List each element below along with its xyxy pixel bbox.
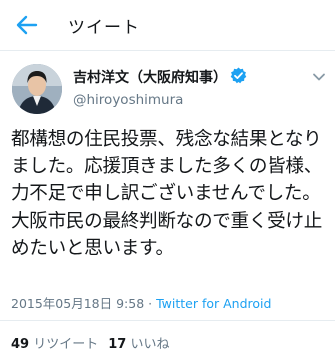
retweets-stat[interactable]: 49 リツイート	[11, 337, 98, 352]
likes-stat[interactable]: 17 いいね	[108, 337, 169, 352]
divider	[0, 320, 335, 321]
display-name[interactable]: 吉村洋文（大阪府知事）	[73, 67, 227, 87]
tweet-timestamp: 2015年05月18日 9:58	[11, 296, 145, 311]
chevron-down-icon[interactable]	[312, 70, 326, 84]
page-title: ツイート	[68, 18, 140, 38]
likes-label: いいね	[126, 337, 170, 352]
likes-count: 17	[108, 337, 127, 352]
top-bar: ツイート	[0, 0, 335, 51]
profile-photo	[12, 64, 62, 114]
tweet-meta: 2015年05月18日 9:58 · Twitter for Android	[11, 293, 271, 312]
user-handle[interactable]: @hiroyoshimura	[73, 92, 183, 108]
meta-separator: ·	[144, 296, 157, 311]
verified-badge-icon	[230, 67, 247, 84]
retweets-count: 49	[11, 337, 30, 352]
tweet-source-link[interactable]: Twitter for Android	[156, 296, 271, 311]
tweet-text: 都構想の住民投票、残念な結果となりました。応援頂きました多くの皆様、力不足で申し…	[11, 129, 322, 259]
retweets-label: リツイート	[29, 337, 99, 352]
back-arrow-icon[interactable]	[14, 12, 40, 38]
tweet-stats: 49 リツイート 17 いいね	[11, 333, 169, 352]
avatar[interactable]	[12, 64, 62, 114]
